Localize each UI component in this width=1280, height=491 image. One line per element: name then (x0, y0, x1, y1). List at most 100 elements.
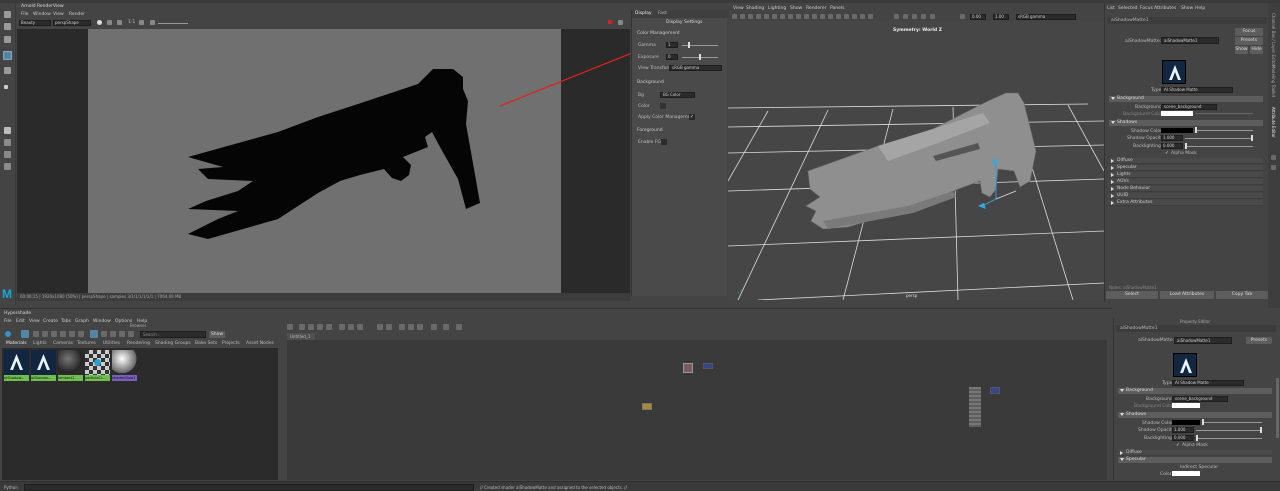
ae-menu-list[interactable]: List (1107, 6, 1115, 11)
script-mode-label[interactable]: Python (4, 485, 18, 490)
snapshot-icon[interactable] (139, 20, 144, 25)
vp-menu-show[interactable]: Show (790, 6, 802, 11)
hs-tool-b-icon[interactable] (42, 331, 48, 337)
panel-toggle-icon[interactable] (618, 20, 623, 25)
ae-shadow-opacity-slider[interactable] (1185, 138, 1253, 139)
pe-shadow-color-slider[interactable] (1202, 422, 1262, 423)
material-swatch[interactable]: aiStandar... (31, 350, 56, 382)
vp-ssao-icon[interactable] (903, 14, 908, 19)
vp-hud-icon[interactable] (836, 14, 841, 19)
ae-copy-tab-button[interactable]: Copy Tab (1216, 291, 1268, 299)
pe-background-section[interactable]: Background (1118, 388, 1272, 394)
hs-graph-canvas[interactable] (287, 340, 1107, 480)
hs-icon-view-icon[interactable] (90, 330, 98, 338)
lasso-tool-icon[interactable] (4, 23, 11, 30)
ae-shadow-opacity-field[interactable]: 1.000 (1161, 135, 1183, 141)
view-transform-select[interactable]: sRGB gamma (669, 65, 722, 71)
ae-diffuse-section[interactable]: Diffuse (1109, 158, 1263, 164)
vp-grid-icon[interactable] (748, 14, 753, 19)
hs-menu-view[interactable]: View (29, 319, 40, 324)
pe-specular-section[interactable]: Specular (1118, 457, 1272, 463)
ae-show-button[interactable]: Show (1235, 46, 1248, 54)
vp-aa-icon[interactable] (804, 14, 809, 19)
hs-tab-projects[interactable]: Projects (222, 341, 240, 346)
graph-tool-4-icon[interactable] (317, 324, 323, 330)
ae-background-section[interactable]: Background (1109, 96, 1263, 102)
vp-colorspace-select[interactable]: sRGB gamma (1016, 14, 1076, 20)
ae-lights-section[interactable]: Lights (1109, 172, 1263, 178)
pe-background-select[interactable]: scene_background (1172, 396, 1228, 402)
graph-node-a[interactable] (683, 363, 693, 373)
side-tab-modeling-toolkit[interactable]: Modeling Toolkit (1271, 65, 1276, 97)
hs-tab-asset-nodes[interactable]: Asset Nodes (246, 341, 274, 346)
pe-shadows-section[interactable]: Shadows (1118, 412, 1272, 418)
pe-node-tab[interactable]: aiShadowMatte1 (1116, 325, 1276, 332)
vp-shadow-icon[interactable] (780, 14, 785, 19)
graph-node-b[interactable] (703, 363, 713, 369)
hs-tab-cameras[interactable]: Cameras (53, 341, 73, 346)
refresh-icon[interactable] (107, 20, 112, 25)
layout-four-icon[interactable] (4, 139, 11, 146)
graph-tool-2-icon[interactable] (299, 324, 305, 330)
ae-menu-help[interactable]: Help (1195, 6, 1205, 11)
layout-single-icon[interactable] (4, 127, 11, 134)
graph-tool-7-icon[interactable] (348, 324, 354, 330)
ae-aovs-section[interactable]: AOVs (1109, 179, 1263, 185)
hs-tool-a-icon[interactable] (33, 331, 39, 337)
hs-show-button[interactable]: Show (209, 331, 225, 338)
hs-tab-bake-sets[interactable]: Bake Sets (195, 341, 217, 346)
pe-backlighting-field[interactable]: 0.000 (1172, 435, 1194, 441)
pe-shadow-opacity-field[interactable]: 1.000 (1172, 427, 1194, 433)
material-swatch[interactable]: shaderGlow1 (112, 350, 137, 382)
material-swatch[interactable]: lambert1 (58, 350, 83, 382)
pe-diffuse-section[interactable]: Diffuse (1118, 450, 1272, 456)
ae-node-tab[interactable]: aiShadowMatte1 (1107, 17, 1267, 24)
pe-shadow-opacity-slider[interactable] (1196, 430, 1262, 431)
ae-menu-selected[interactable]: Selected (1118, 6, 1138, 11)
pe-alpha-mask-label[interactable]: Alpha Mask (1182, 443, 1208, 448)
pe-type-select[interactable]: AI Shadow Matte (1172, 380, 1244, 386)
vp-wireframe-icon[interactable] (740, 14, 745, 19)
enable-fg-checkbox[interactable] (661, 139, 667, 145)
camera-select[interactable]: perspShape (53, 20, 91, 26)
layout-outliner-icon[interactable] (4, 163, 11, 170)
vp-isolate-icon[interactable] (796, 14, 801, 19)
hs-tool-j-icon[interactable] (128, 331, 134, 337)
tab-fast[interactable]: Fast (658, 11, 667, 16)
vp-cm-icon[interactable] (960, 14, 965, 19)
graph-tool-6-icon[interactable] (339, 324, 345, 330)
ae-focus-button[interactable]: Focus (1235, 28, 1263, 36)
ae-uuid-section[interactable]: UUID (1109, 193, 1263, 199)
hs-tool-e-icon[interactable] (69, 331, 75, 337)
vp-xray-icon[interactable] (788, 14, 793, 19)
layout-two-icon[interactable] (4, 151, 11, 158)
graph-node-d[interactable] (969, 387, 981, 427)
move-tool-icon[interactable] (3, 51, 12, 60)
vp-bounding-icon[interactable] (921, 14, 926, 19)
vp-menu-shading[interactable]: Shading (746, 6, 764, 11)
pe-backlighting-slider[interactable] (1196, 438, 1262, 439)
vp-light-icon[interactable] (772, 14, 777, 19)
ae-load-attributes-button[interactable]: Load Attributes (1160, 291, 1214, 299)
ae-menu-show[interactable]: Show (1181, 6, 1193, 11)
render-icon[interactable] (97, 20, 102, 25)
tab-display[interactable]: Display (635, 11, 652, 16)
apply-cm-checkbox[interactable]: ✓ (689, 114, 695, 120)
pe-specular-color-swatch[interactable] (1172, 471, 1200, 476)
bg-select[interactable]: BG Color (660, 92, 695, 98)
graph-tool-3-icon[interactable] (308, 324, 314, 330)
graph-tool-9-icon[interactable] (377, 324, 383, 330)
exposure-field[interactable]: 0 (666, 54, 678, 60)
paint-tool-icon[interactable] (4, 36, 11, 43)
hs-graph-tab[interactable]: Untitled_1 (287, 333, 315, 340)
rotate-tool-icon[interactable] (4, 67, 11, 74)
pe-shadow-opacity-knob[interactable] (1260, 427, 1262, 433)
pe-background-color-swatch[interactable] (1172, 403, 1200, 408)
vp-exposure-field[interactable]: 0.00 (970, 14, 986, 20)
ae-background-color-swatch[interactable] (1161, 111, 1193, 116)
vp-res-gate-icon[interactable] (844, 14, 849, 19)
hs-tab-rendering[interactable]: Rendering (127, 341, 150, 346)
pe-shadow-color-swatch[interactable] (1172, 420, 1200, 425)
material-swatch[interactable]: aiShadow... (4, 350, 29, 382)
menu-view[interactable]: View (53, 12, 64, 17)
